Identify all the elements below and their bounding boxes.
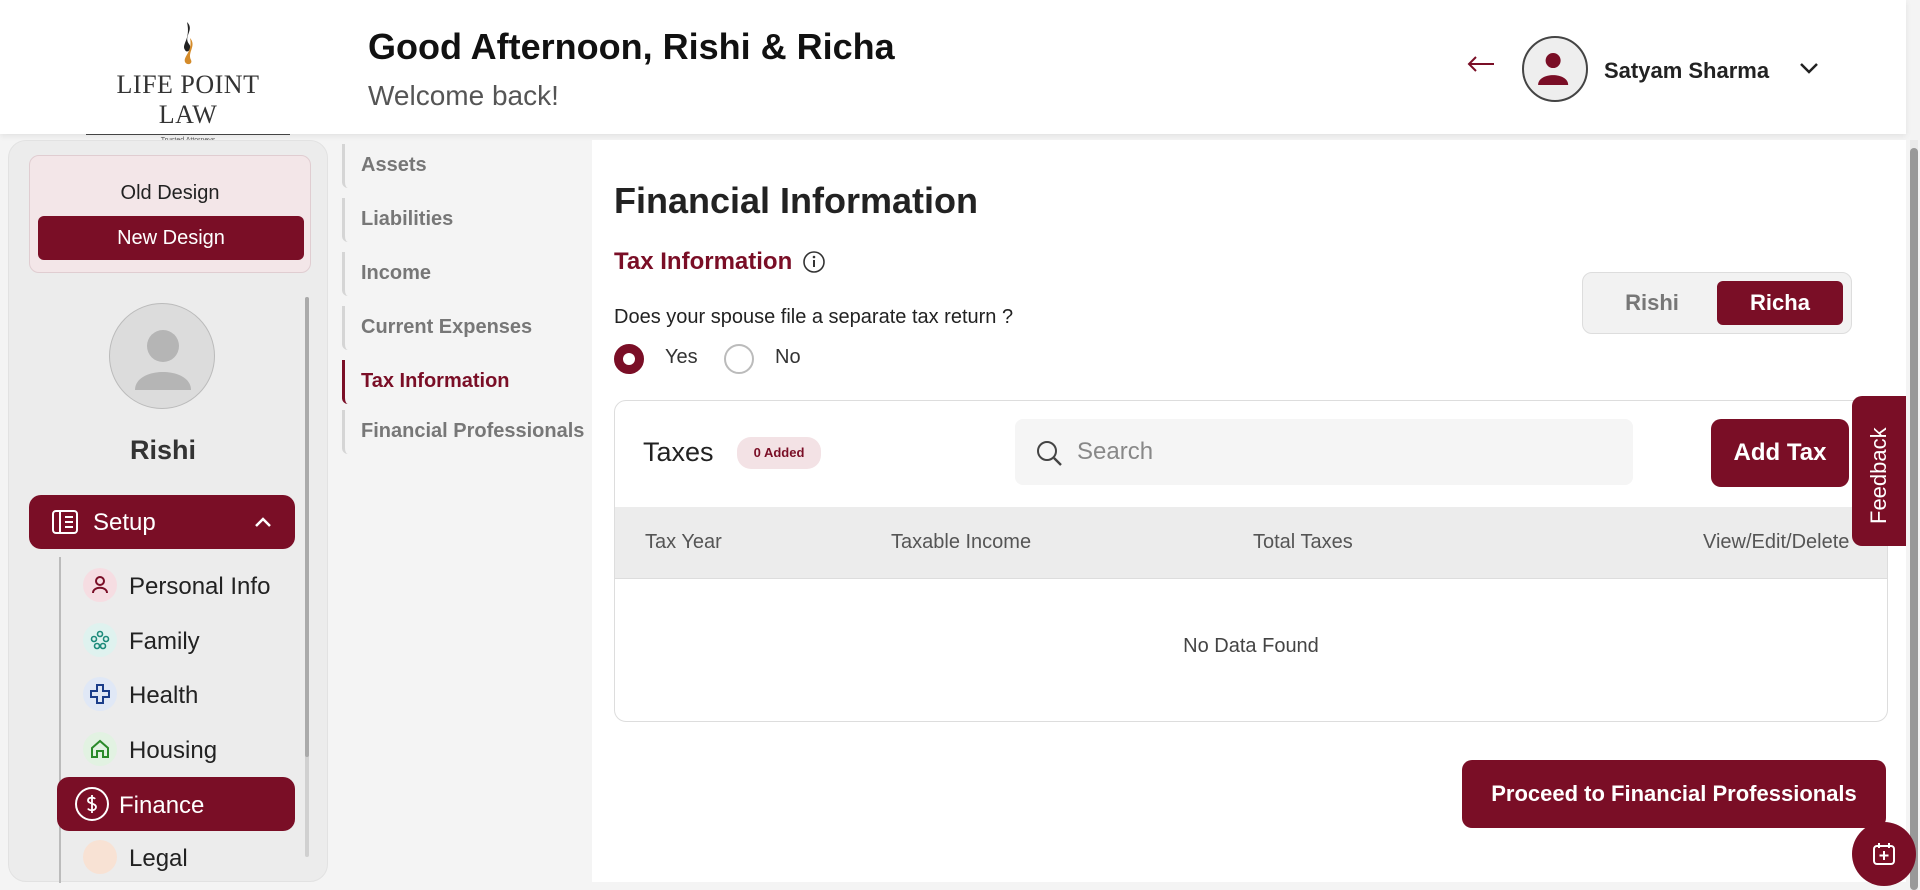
column-header-taxable-income: Taxable Income xyxy=(891,531,1032,553)
column-header-total-taxes: Total Taxes xyxy=(1253,531,1353,553)
search-input[interactable] xyxy=(1077,419,1617,485)
subnav-item-financial-professionals[interactable]: Financial Professionals xyxy=(342,410,585,454)
setup-form-icon xyxy=(52,510,78,534)
setup-section-toggle[interactable]: Setup xyxy=(29,495,295,549)
subnav-item-assets[interactable]: Assets xyxy=(342,144,582,188)
sidebar-item-personal-info[interactable]: Personal Info xyxy=(75,561,305,607)
profile-avatar[interactable] xyxy=(109,303,215,409)
sidebar-item-housing[interactable]: Housing xyxy=(75,725,305,771)
greeting-block: Good Afternoon, Rishi & Richa Welcome ba… xyxy=(368,26,895,112)
taxes-title: Taxes xyxy=(643,437,714,467)
sidebar-item-label: Personal Info xyxy=(129,573,271,600)
profile-placeholder-icon xyxy=(135,330,191,390)
column-header-tax-year: Tax Year xyxy=(645,531,722,553)
sidebar-item-label: Health xyxy=(129,682,199,709)
section-title: Tax Information xyxy=(614,248,793,275)
spouse-toggle: Rishi Richa xyxy=(1582,272,1852,334)
feedback-label: Feedback xyxy=(1866,427,1891,524)
page-title: Financial Information xyxy=(614,180,979,221)
subnav-item-current-expenses[interactable]: Current Expenses xyxy=(342,306,582,350)
search-box xyxy=(1015,419,1633,485)
dollar-icon xyxy=(75,787,109,821)
sidebar-item-health[interactable]: Health xyxy=(75,670,305,716)
sidebar-item-family[interactable]: Family xyxy=(75,616,305,662)
logo-text: LIFE POINT LAW xyxy=(116,70,260,129)
setup-label: Setup xyxy=(93,509,156,536)
subnav-item-income[interactable]: Income xyxy=(342,252,582,296)
flame-logo-icon xyxy=(184,22,193,65)
column-header-actions: View/Edit/Delete xyxy=(1703,531,1850,553)
health-cross-icon xyxy=(83,677,117,711)
no-label: No xyxy=(775,346,801,368)
user-name[interactable]: Satyam Sharma xyxy=(1604,58,1769,84)
sidebar-item-finance[interactable]: Finance xyxy=(57,777,295,831)
subnav-label: Tax Information xyxy=(361,370,510,392)
old-design-option[interactable]: Old Design xyxy=(30,182,310,205)
house-icon xyxy=(83,732,117,766)
chevron-up-icon xyxy=(255,517,271,527)
proceed-button[interactable]: Proceed to Financial Professionals xyxy=(1462,760,1886,828)
subnav-item-liabilities[interactable]: Liabilities xyxy=(342,198,582,242)
profile-name: Rishi xyxy=(129,435,196,465)
yes-radio[interactable] xyxy=(614,344,644,374)
calendar-add-icon xyxy=(1873,843,1895,865)
yes-label: Yes xyxy=(665,346,698,368)
sidebar-item-label: Finance xyxy=(119,792,205,819)
taxes-table-card: Taxes 0 Added Add Tax Tax Year Taxable I… xyxy=(614,400,1888,722)
subnav-label: Current Expenses xyxy=(361,316,533,338)
add-tax-button[interactable]: Add Tax xyxy=(1711,419,1849,487)
subnav-label: Assets xyxy=(361,154,427,176)
family-icon xyxy=(83,623,117,657)
calendar-add-button[interactable] xyxy=(1852,822,1916,886)
toggle-richa[interactable]: Richa xyxy=(1717,281,1843,325)
empty-state-text: No Data Found xyxy=(1183,635,1319,657)
page-scrollbar-thumb[interactable] xyxy=(1910,148,1918,890)
submenu-line xyxy=(59,557,61,883)
no-radio[interactable] xyxy=(724,344,754,374)
greeting-title: Good Afternoon, Rishi & Richa xyxy=(368,26,895,67)
new-design-button[interactable]: New Design xyxy=(38,216,304,260)
sidebar-item-label: Legal xyxy=(129,845,188,872)
spouse-tax-question: Does your spouse file a separate tax ret… xyxy=(614,306,1014,328)
subnav-item-tax-information[interactable]: Tax Information xyxy=(342,360,582,404)
toggle-rishi[interactable]: Rishi xyxy=(1589,281,1715,325)
welcome-text: Welcome back! xyxy=(368,80,559,111)
sidebar-item-label: Housing xyxy=(129,737,218,764)
table-header: Tax Year Taxable Income Total Taxes View… xyxy=(615,507,1887,579)
subnav-label: Income xyxy=(361,262,432,284)
chevron-down-icon[interactable] xyxy=(1798,60,1820,76)
added-count-badge: 0 Added xyxy=(737,437,821,469)
info-icon[interactable] xyxy=(802,250,826,274)
top-header: LIFE POINT LAW Trusted Attorneys Good Af… xyxy=(0,0,1906,144)
subnav-label: Liabilities xyxy=(361,208,454,230)
sidebar-scrollbar-thumb[interactable] xyxy=(305,297,309,757)
main-content: Financial Information Tax Information Do… xyxy=(592,140,1906,882)
back-arrow-icon[interactable] xyxy=(1466,54,1496,74)
sidebar-item-label: Family xyxy=(129,628,200,655)
user-avatar[interactable] xyxy=(1522,36,1588,102)
person-icon xyxy=(83,568,117,602)
sidebar: Old Design New Design Rishi Setup Person… xyxy=(8,140,328,883)
feedback-tab[interactable]: Feedback xyxy=(1852,396,1906,546)
subnav-label: Financial Professionals xyxy=(361,420,585,442)
legal-icon xyxy=(83,840,117,874)
life-point-law-logo[interactable]: LIFE POINT LAW Trusted Attorneys xyxy=(86,20,290,144)
user-avatar-icon xyxy=(1538,53,1569,85)
design-switcher: Old Design New Design xyxy=(29,155,311,273)
sidebar-item-legal[interactable]: Legal xyxy=(75,833,305,879)
search-icon xyxy=(1037,441,1062,466)
